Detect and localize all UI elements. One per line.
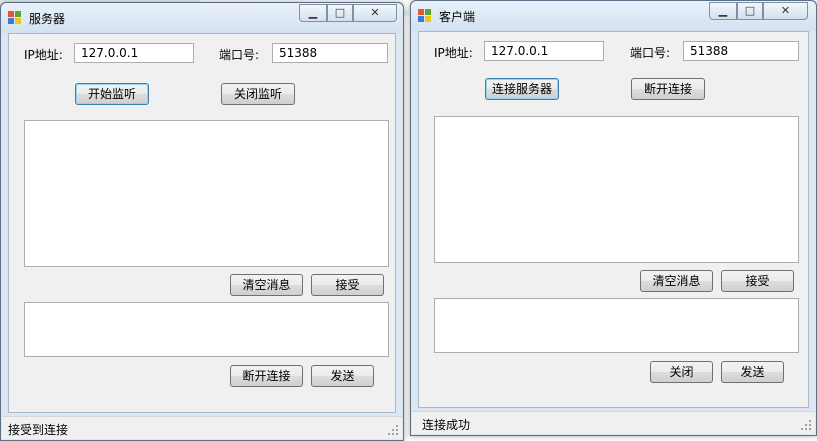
start-listen-button[interactable]: 开始监听 [75,83,149,105]
close-icon: ✕ [370,6,380,19]
close-button[interactable]: ✕ [353,4,397,22]
window-title: 客户端 [439,10,476,24]
minimize-button[interactable]: ▁ [709,2,737,20]
message-log-area[interactable] [24,120,389,267]
send-message-input[interactable] [434,298,799,353]
minimize-icon: ▁ [308,6,318,19]
maximize-button[interactable]: □ [737,2,763,20]
ip-label: IP地址: [24,48,63,62]
resize-grip-icon[interactable] [800,419,812,431]
client-client-area: IP地址: 127.0.0.1 端口号: 51388 连接服务器 断开连接 清空… [418,31,809,408]
client-window: 客户端 ▁ □ ✕ IP地址: 127.0.0.1 端口号: 51388 连接服… [410,0,817,436]
server-window: 服务器 ▁ □ ✕ IP地址: 127.0.0.1 端口号: 51388 开始监… [0,2,404,441]
ip-label: IP地址: [434,46,473,60]
status-bar: 连接成功 [412,411,815,434]
clear-messages-button[interactable]: 清空消息 [640,270,713,292]
window-title: 服务器 [29,12,66,26]
port-input[interactable]: 51388 [683,41,799,61]
minimize-button[interactable]: ▁ [299,4,327,22]
maximize-icon: □ [744,4,756,17]
disconnect-button[interactable]: 断开连接 [631,78,705,100]
status-text: 接受到连接 [8,423,69,437]
port-label: 端口号: [219,48,260,62]
send-button[interactable]: 发送 [311,365,374,387]
connect-server-button[interactable]: 连接服务器 [485,78,559,100]
server-title-bar[interactable]: 服务器 ▁ □ ✕ [1,3,403,33]
app-icon [418,9,431,22]
clear-messages-button[interactable]: 清空消息 [230,274,303,296]
minimize-icon: ▁ [718,4,728,17]
accept-button[interactable]: 接受 [311,274,384,296]
accept-button[interactable]: 接受 [721,270,794,292]
app-icon [8,11,21,24]
disconnect-button[interactable]: 断开连接 [230,365,303,387]
port-input[interactable]: 51388 [272,43,388,63]
status-bar: 接受到连接 [2,416,402,439]
close-button[interactable]: 关闭 [650,361,713,383]
stop-listen-button[interactable]: 关闭监听 [221,83,295,105]
close-button[interactable]: ✕ [763,2,808,20]
resize-grip-icon[interactable] [387,424,399,436]
maximize-button[interactable]: □ [327,4,353,22]
maximize-icon: □ [334,6,346,19]
close-icon: ✕ [780,4,791,17]
port-label: 端口号: [630,46,671,60]
ip-input[interactable]: 127.0.0.1 [484,41,604,61]
send-button[interactable]: 发送 [721,361,784,383]
server-client-area: IP地址: 127.0.0.1 端口号: 51388 开始监听 关闭监听 清空消… [8,33,396,413]
client-title-bar[interactable]: 客户端 ▁ □ ✕ [411,1,816,31]
send-message-input[interactable] [24,302,389,357]
message-log-area[interactable] [434,116,799,263]
status-text: 连接成功 [422,418,471,432]
ip-input[interactable]: 127.0.0.1 [74,43,194,63]
